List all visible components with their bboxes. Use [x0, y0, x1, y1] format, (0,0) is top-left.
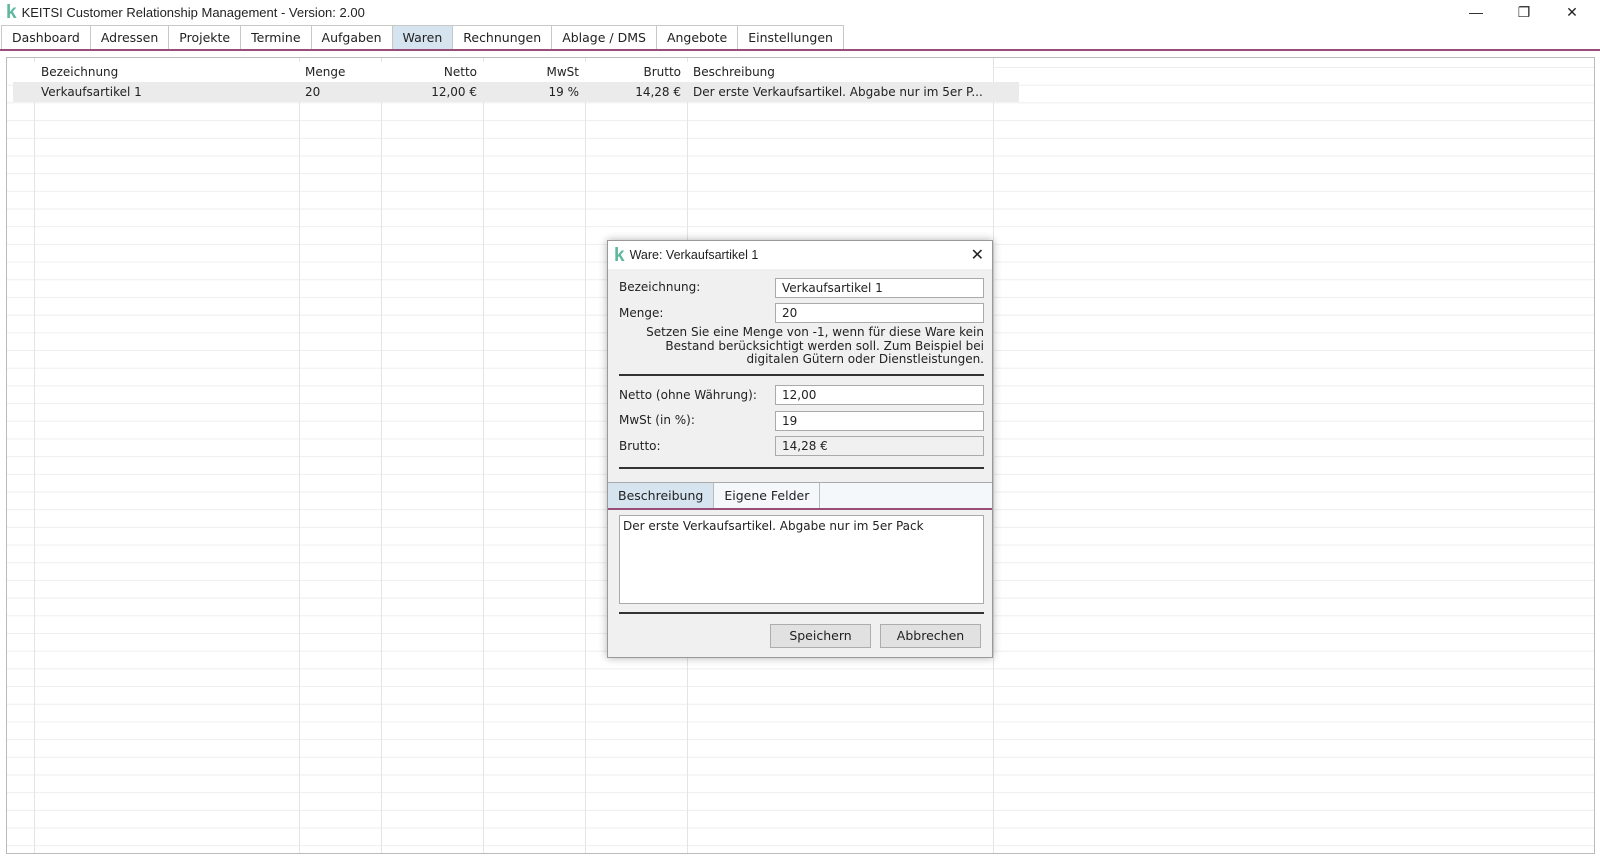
- window-title: KEITSI Customer Relationship Management …: [21, 5, 365, 20]
- tab-ablage-dms[interactable]: Ablage / DMS: [551, 25, 657, 49]
- menge-hint: Setzen Sie eine Menge von -1, wenn für d…: [646, 325, 984, 366]
- dialog-title-bar: k Ware: Verkaufsartikel 1 ✕: [608, 241, 992, 269]
- tab-projekte[interactable]: Projekte: [168, 25, 242, 49]
- close-window-button[interactable]: ✕: [1548, 0, 1596, 25]
- tab-rechnungen[interactable]: Rechnungen: [452, 25, 553, 49]
- table-row[interactable]: Verkaufsartikel 1 20 12,00 € 19 % 14,28 …: [13, 82, 1019, 102]
- bezeichnung-label: Bezeichnung:: [619, 280, 701, 294]
- header-netto[interactable]: Netto: [381, 62, 483, 82]
- tab-angebote[interactable]: Angebote: [655, 25, 739, 49]
- bezeichnung-input[interactable]: Verkaufsartikel 1: [775, 278, 984, 298]
- ware-dialog: k Ware: Verkaufsartikel 1 ✕ Bezeichnung:…: [607, 240, 993, 658]
- header-menge[interactable]: Menge: [299, 62, 381, 82]
- cell-mwst: 19 %: [548, 85, 580, 99]
- brutto-label: Brutto:: [619, 439, 661, 453]
- save-button[interactable]: Speichern: [770, 624, 871, 648]
- divider: [619, 612, 984, 614]
- cell-menge: 20: [305, 85, 321, 99]
- header-mwst[interactable]: MwSt: [483, 62, 585, 82]
- cell-brutto: 14,28 €: [635, 85, 681, 99]
- title-bar: k KEITSI Customer Relationship Managemen…: [0, 0, 1600, 25]
- dialog-title: Ware: Verkaufsartikel 1: [629, 248, 759, 262]
- dialog-tabs: Beschreibung Eigene Felder: [608, 482, 992, 510]
- netto-label: Netto (ohne Währung):: [619, 388, 757, 402]
- cancel-button[interactable]: Abbrechen: [880, 624, 981, 648]
- main-tabs: Dashboard Adressen Projekte Termine Aufg…: [0, 25, 1600, 51]
- header-brutto[interactable]: Brutto: [585, 62, 687, 82]
- tab-dashboard[interactable]: Dashboard: [1, 25, 91, 49]
- netto-input[interactable]: 12,00: [775, 385, 984, 405]
- app-logo-icon: k: [614, 244, 625, 266]
- tab-einstellungen[interactable]: Einstellungen: [737, 25, 844, 49]
- cell-netto: 12,00 €: [431, 85, 477, 99]
- divider: [619, 467, 984, 469]
- mwst-label: MwSt (in %):: [619, 413, 695, 427]
- tab-eigene-felder[interactable]: Eigene Felder: [714, 483, 821, 508]
- table-header: Bezeichnung Menge Netto MwSt Brutto Besc…: [7, 62, 993, 82]
- header-bezeichnung[interactable]: Bezeichnung: [7, 62, 299, 82]
- close-icon[interactable]: ✕: [971, 245, 984, 265]
- tab-adressen[interactable]: Adressen: [89, 25, 170, 49]
- beschreibung-textarea[interactable]: Der erste Verkaufsartikel. Abgabe nur im…: [619, 515, 984, 604]
- menge-label: Menge:: [619, 306, 664, 320]
- tab-beschreibung[interactable]: Beschreibung: [608, 483, 715, 508]
- app-logo-icon: k: [6, 2, 17, 23]
- minimize-button[interactable]: —: [1452, 0, 1500, 25]
- divider: [619, 374, 984, 376]
- tab-waren[interactable]: Waren: [391, 25, 454, 49]
- restore-button[interactable]: ❐: [1500, 0, 1548, 25]
- tab-termine[interactable]: Termine: [240, 25, 312, 49]
- cell-bezeichnung: Verkaufsartikel 1: [41, 85, 142, 99]
- brutto-field: 14,28 €: [775, 436, 984, 456]
- tab-aufgaben[interactable]: Aufgaben: [310, 25, 393, 49]
- cell-beschreibung: Der erste Verkaufsartikel. Abgabe nur im…: [693, 85, 983, 99]
- header-beschreibung[interactable]: Beschreibung: [687, 62, 993, 82]
- mwst-input[interactable]: 19: [775, 411, 984, 431]
- menge-input[interactable]: 20: [775, 303, 984, 323]
